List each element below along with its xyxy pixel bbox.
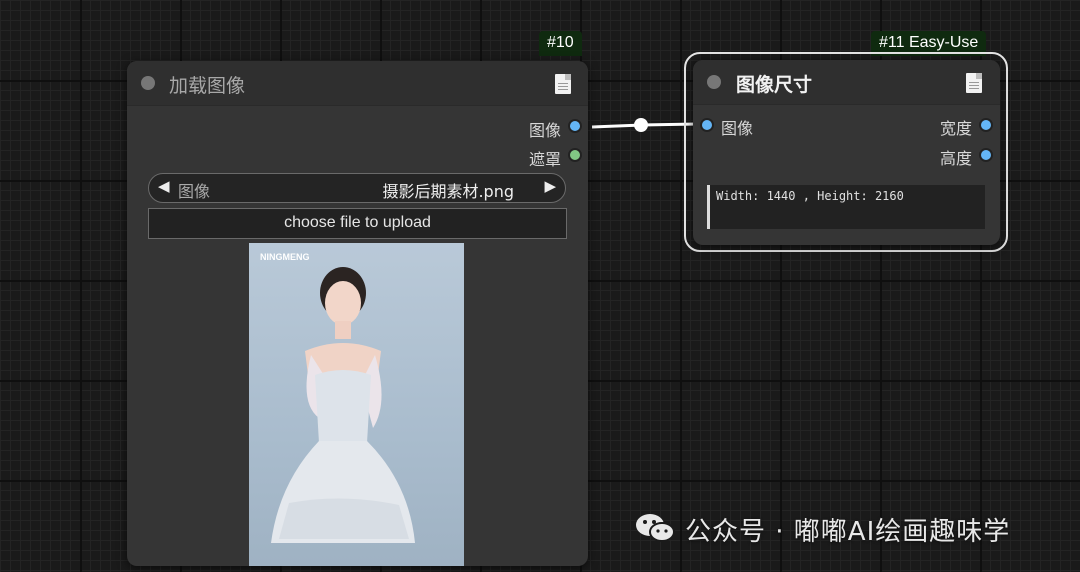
- output-label-mask: 遮罩: [528, 150, 561, 169]
- document-icon[interactable]: [555, 74, 571, 94]
- node-header[interactable]: 图像尺寸: [693, 60, 1000, 105]
- document-icon[interactable]: [966, 73, 982, 93]
- watermark-text: 公众号 · 嘟嘟AI绘画趣味学: [685, 517, 1011, 547]
- load-image-node[interactable]: 加载图像 图像 遮罩 ◀ 图像 摄影后期素材.png ▶ choose file…: [127, 61, 588, 566]
- input-slot-image[interactable]: [700, 118, 714, 132]
- input-label-image: 图像: [721, 119, 754, 138]
- node-title: 加载图像: [169, 75, 246, 97]
- node-title: 图像尺寸: [736, 74, 813, 96]
- combo-right-arrow[interactable]: ▶: [544, 177, 556, 195]
- combo-value: 摄影后期素材.png: [382, 182, 514, 201]
- link-path: [591, 122, 698, 129]
- output-slot-image[interactable]: [568, 119, 582, 133]
- node-id-badge: #10: [539, 31, 582, 56]
- combo-left-arrow[interactable]: ◀: [158, 177, 170, 195]
- image-size-node[interactable]: 图像尺寸 图像 宽度 高度 Width: 1440 , Height: 2160: [693, 60, 1000, 245]
- image-preview: NINGMENG: [249, 243, 464, 566]
- link-midpoint-handle: [634, 118, 648, 132]
- output-label-image: 图像: [528, 121, 561, 140]
- portrait-figure: [271, 267, 415, 543]
- size-info-text[interactable]: Width: 1440 , Height: 2160: [707, 185, 985, 229]
- output-slot-width[interactable]: [979, 118, 993, 132]
- upload-button[interactable]: choose file to upload: [148, 208, 567, 239]
- wechat-icon: [634, 510, 676, 546]
- output-label-height: 高度: [939, 149, 972, 168]
- combo-label: 图像: [178, 182, 211, 201]
- output-label-width: 宽度: [939, 119, 972, 138]
- collapse-toggle[interactable]: [141, 76, 155, 90]
- output-slot-height[interactable]: [979, 148, 993, 162]
- output-slot-mask[interactable]: [568, 148, 582, 162]
- image-combo-widget[interactable]: ◀ 图像 摄影后期素材.png ▶: [148, 173, 566, 203]
- node-header[interactable]: 加载图像: [127, 61, 588, 106]
- collapse-toggle[interactable]: [707, 75, 721, 89]
